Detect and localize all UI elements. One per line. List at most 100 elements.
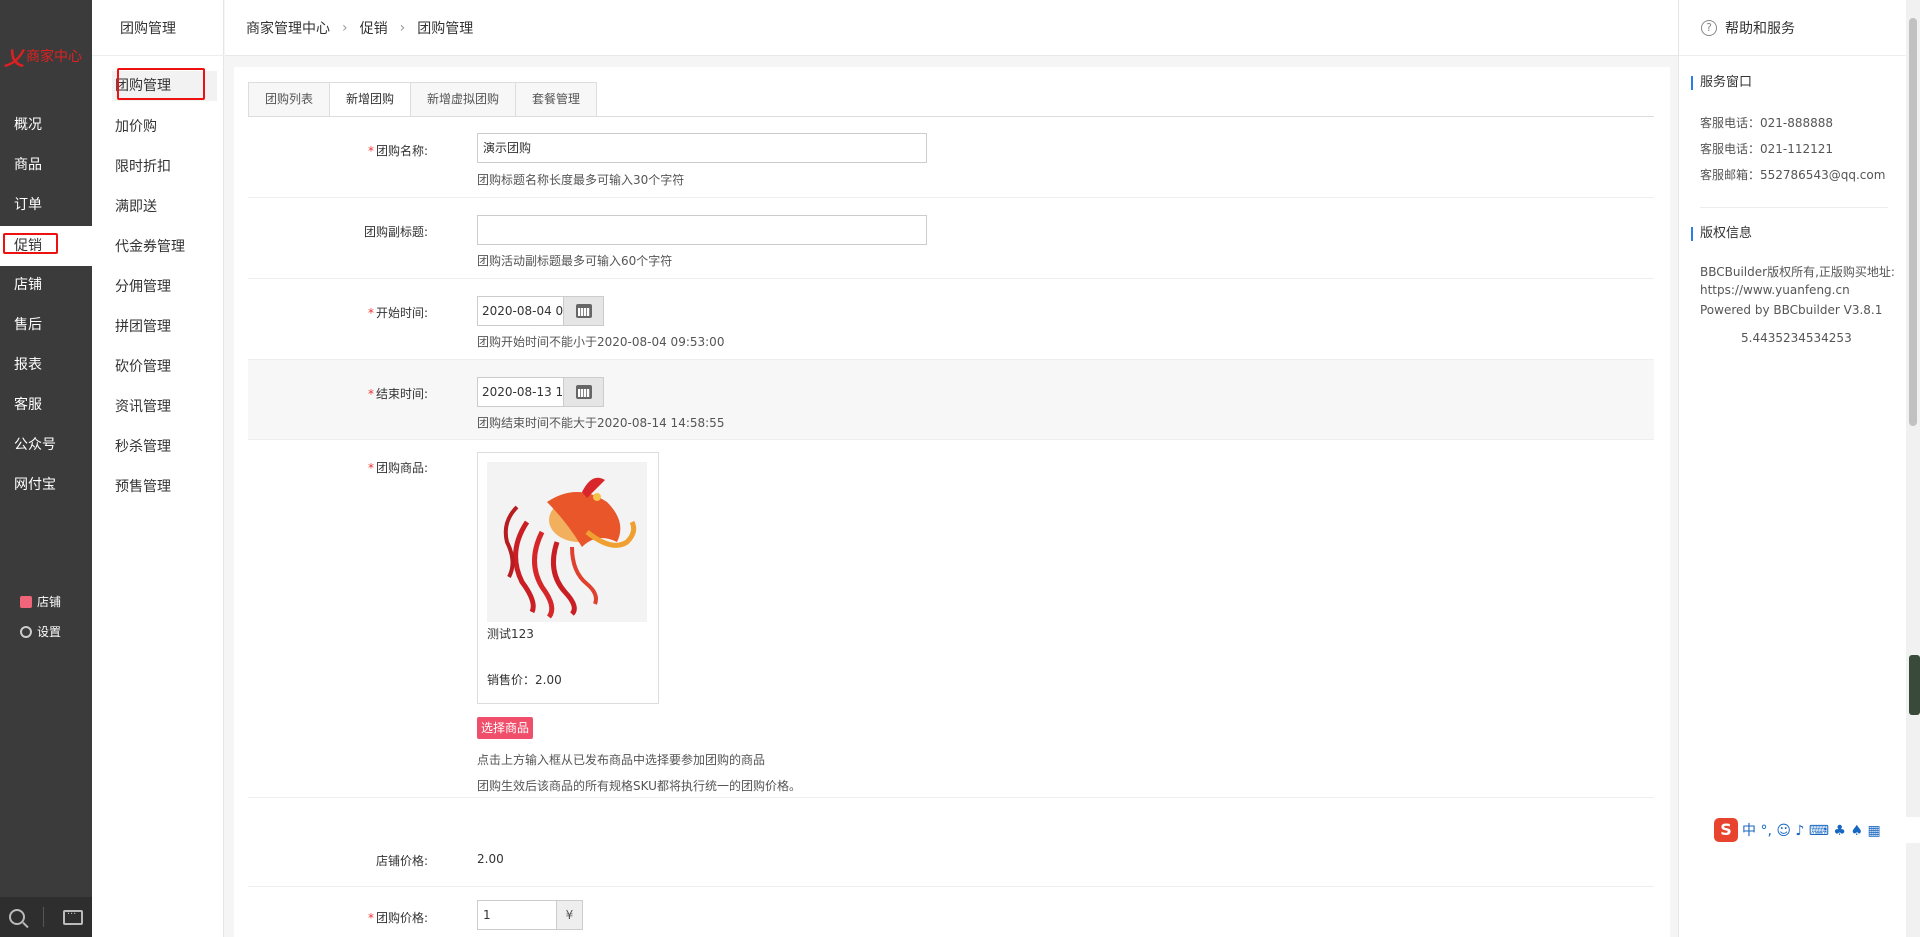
required-mark: *	[367, 306, 374, 320]
subtitle-label: 团购副标题:	[363, 225, 428, 239]
ime-toolbar[interactable]: S 中 °, ☺ ♪ ⌨ ♣ ♠ ▦	[1712, 817, 1920, 843]
sub-nav: 团购管理 团购管理 加价购 限时折扣 满即送 代金券管理 分佣管理 拼团管理 砍…	[92, 0, 224, 937]
start-time-hint: 团购开始时间不能小于2020-08-04 09:53:00	[477, 335, 725, 349]
nav-item-goods[interactable]: 商品	[14, 154, 42, 176]
version-number: 5.4435234534253	[1741, 331, 1852, 345]
tab-bar: 团购列表 新增团购 新增虚拟团购 套餐管理	[248, 82, 598, 117]
required-mark: *	[367, 387, 374, 401]
gear-icon	[20, 625, 32, 638]
tab-add-group-buy[interactable]: 新增团购	[330, 82, 412, 117]
group-price-input[interactable]: 1	[477, 900, 557, 930]
currency-unit: ¥	[557, 900, 583, 930]
side-widget[interactable]	[1909, 655, 1920, 715]
page-scrollbar[interactable]	[1906, 0, 1920, 937]
logo-text: 商家中心	[26, 49, 82, 65]
start-time-input[interactable]: 2020-08-04 09:53:1	[477, 296, 564, 326]
subnav-item-presale[interactable]: 预售管理	[115, 476, 171, 498]
main-content: 团购列表 新增团购 新增虚拟团购 套餐管理 * 团购名称: 演示团购 团购标题名称…	[234, 67, 1670, 937]
breadcrumb-item-group-buy: 团购管理	[417, 20, 474, 37]
group-price-label-text: 团购价格:	[375, 911, 428, 925]
nav-footer	[0, 897, 92, 937]
subnav-item-full-gift[interactable]: 满即送	[115, 196, 157, 218]
main-nav: 乂 商家中心 概况 商品 订单 促销 店铺 售后 报表 客服 公众号 网付宝 店…	[0, 0, 92, 937]
tab-group-buy-list[interactable]: 团购列表	[248, 82, 331, 117]
calendar-icon	[575, 304, 592, 318]
tab-add-virtual-group-buy[interactable]: 新增虚拟团购	[411, 82, 517, 117]
goods-image	[487, 462, 647, 622]
subnav-item-pin-group[interactable]: 拼团管理	[115, 316, 171, 338]
brand-logo[interactable]: 乂 商家中心	[4, 42, 88, 70]
subnav-item-news[interactable]: 资讯管理	[115, 396, 171, 418]
subnav-title: 团购管理	[120, 21, 176, 37]
settings-link-label: 设置	[37, 625, 62, 639]
end-time-picker-button[interactable]	[564, 377, 604, 407]
chat-icon[interactable]	[62, 906, 83, 925]
highlight-group-buy	[117, 68, 205, 100]
group-price-label: * 团购价格:	[368, 909, 428, 926]
group-name-input[interactable]: 演示团购	[477, 133, 927, 163]
highlight-promotion	[3, 233, 58, 254]
copyright-link[interactable]: https://www.yuanfeng.cn	[1700, 283, 1850, 297]
nav-item-reports[interactable]: 报表	[14, 354, 42, 376]
breadcrumb-item-promotion[interactable]: 促销	[360, 18, 388, 38]
start-time-label: * 开始时间:	[368, 304, 428, 321]
goods-label-text: 团购商品:	[375, 461, 428, 475]
subtitle-hint: 团购活动副标题最多可输入60个字符	[477, 254, 673, 268]
nav-item-orders[interactable]: 订单	[14, 194, 42, 216]
nav-item-overview[interactable]: 概况	[14, 114, 42, 136]
service-phone-1: 客服电话：021-888888	[1700, 116, 1834, 130]
group-subtitle-input[interactable]	[477, 215, 927, 245]
subnav-item-seckill[interactable]: 秒杀管理	[115, 436, 171, 458]
end-time-label: * 结束时间:	[368, 385, 428, 402]
breadcrumb-item-merchant-center[interactable]: 商家管理中心	[246, 18, 330, 38]
tab-underline	[248, 116, 1654, 117]
service-window-title: 服务窗口	[1691, 76, 1752, 90]
nav-item-shop[interactable]: 店铺	[14, 274, 42, 296]
powered-by: Powered by BBCbuilder V3.8.1	[1700, 303, 1883, 317]
subnav-item-add-price-buy[interactable]: 加价购	[115, 116, 157, 138]
shop-price-label: 店铺价格:	[375, 854, 428, 868]
end-time-label-text: 结束时间:	[375, 387, 428, 401]
nav-item-wangfubao[interactable]: 网付宝	[14, 474, 56, 496]
help-header[interactable]: ? 帮助和服务	[1679, 0, 1907, 56]
required-mark: *	[367, 911, 374, 925]
start-time-picker-button[interactable]	[564, 296, 604, 326]
subnav-item-vouchers[interactable]: 代金券管理	[115, 236, 185, 258]
form-row-goods: * 团购商品: 测试123 销售价：2.00 选择商品 点击上方输入框从已发布商…	[248, 440, 1654, 798]
service-email: 客服邮箱：552786543@qq.com	[1700, 168, 1886, 182]
form-row-shop-price: 店铺价格: 2.00	[248, 830, 1654, 887]
subnav-item-flash-discount[interactable]: 限时折扣	[115, 156, 171, 178]
shop-price-value: 2.00	[477, 852, 504, 866]
goods-name: 测试123	[487, 627, 534, 641]
logo-mark: 乂	[4, 45, 24, 70]
help-divider	[1700, 207, 1888, 208]
start-time-label-text: 开始时间:	[375, 306, 428, 320]
subnav-item-commission[interactable]: 分佣管理	[115, 276, 171, 298]
select-goods-button[interactable]: 选择商品	[477, 717, 534, 739]
subnav-item-bargain[interactable]: 砍价管理	[115, 356, 171, 378]
nav-item-customer-service[interactable]: 客服	[14, 394, 42, 416]
nav-item-official-account[interactable]: 公众号	[14, 434, 56, 456]
shop-link[interactable]: 店铺	[20, 593, 61, 610]
form-row-end-time: *结束时间: 2020-08-13 12:00:1 团购结束时间不能大于2020…	[248, 360, 1654, 440]
form-row-group-price: * 团购价格: 1 ¥	[248, 887, 1654, 937]
help-icon: ?	[1701, 19, 1717, 36]
search-icon[interactable]	[9, 909, 26, 925]
breadcrumb-separator: ›	[399, 19, 406, 36]
scrollbar-thumb[interactable]	[1909, 18, 1917, 426]
sogou-logo-icon: S	[1714, 818, 1738, 842]
form-row-subtitle: 团购副标题: 团购活动副标题最多可输入60个字符	[248, 198, 1654, 279]
form-row-start-time: *开始时间: 2020-08-04 09:53:1 团购开始时间不能小于2020…	[248, 279, 1654, 360]
name-hint: 团购标题名称长度最多可输入30个字符	[477, 173, 685, 187]
name-label: * 团购名称:	[368, 142, 428, 159]
tab-package-management[interactable]: 套餐管理	[516, 82, 598, 117]
goods-hint-1: 点击上方输入框从已发布商品中选择要参加团购的商品	[477, 753, 766, 767]
nav-item-aftersale[interactable]: 售后	[14, 314, 42, 336]
ime-status: 中 °, ☺ ♪ ⌨ ♣ ♠ ▦	[1742, 823, 1881, 839]
shop-link-label: 店铺	[37, 595, 62, 609]
end-time-input[interactable]: 2020-08-13 12:00:1	[477, 377, 564, 407]
goods-hint-2: 团购生效后该商品的所有规格SKU都将执行统一的团购价格。	[477, 779, 801, 793]
settings-link[interactable]: 设置	[20, 623, 61, 640]
calendar-icon	[575, 385, 592, 399]
goods-card[interactable]: 测试123 销售价：2.00	[477, 452, 659, 704]
